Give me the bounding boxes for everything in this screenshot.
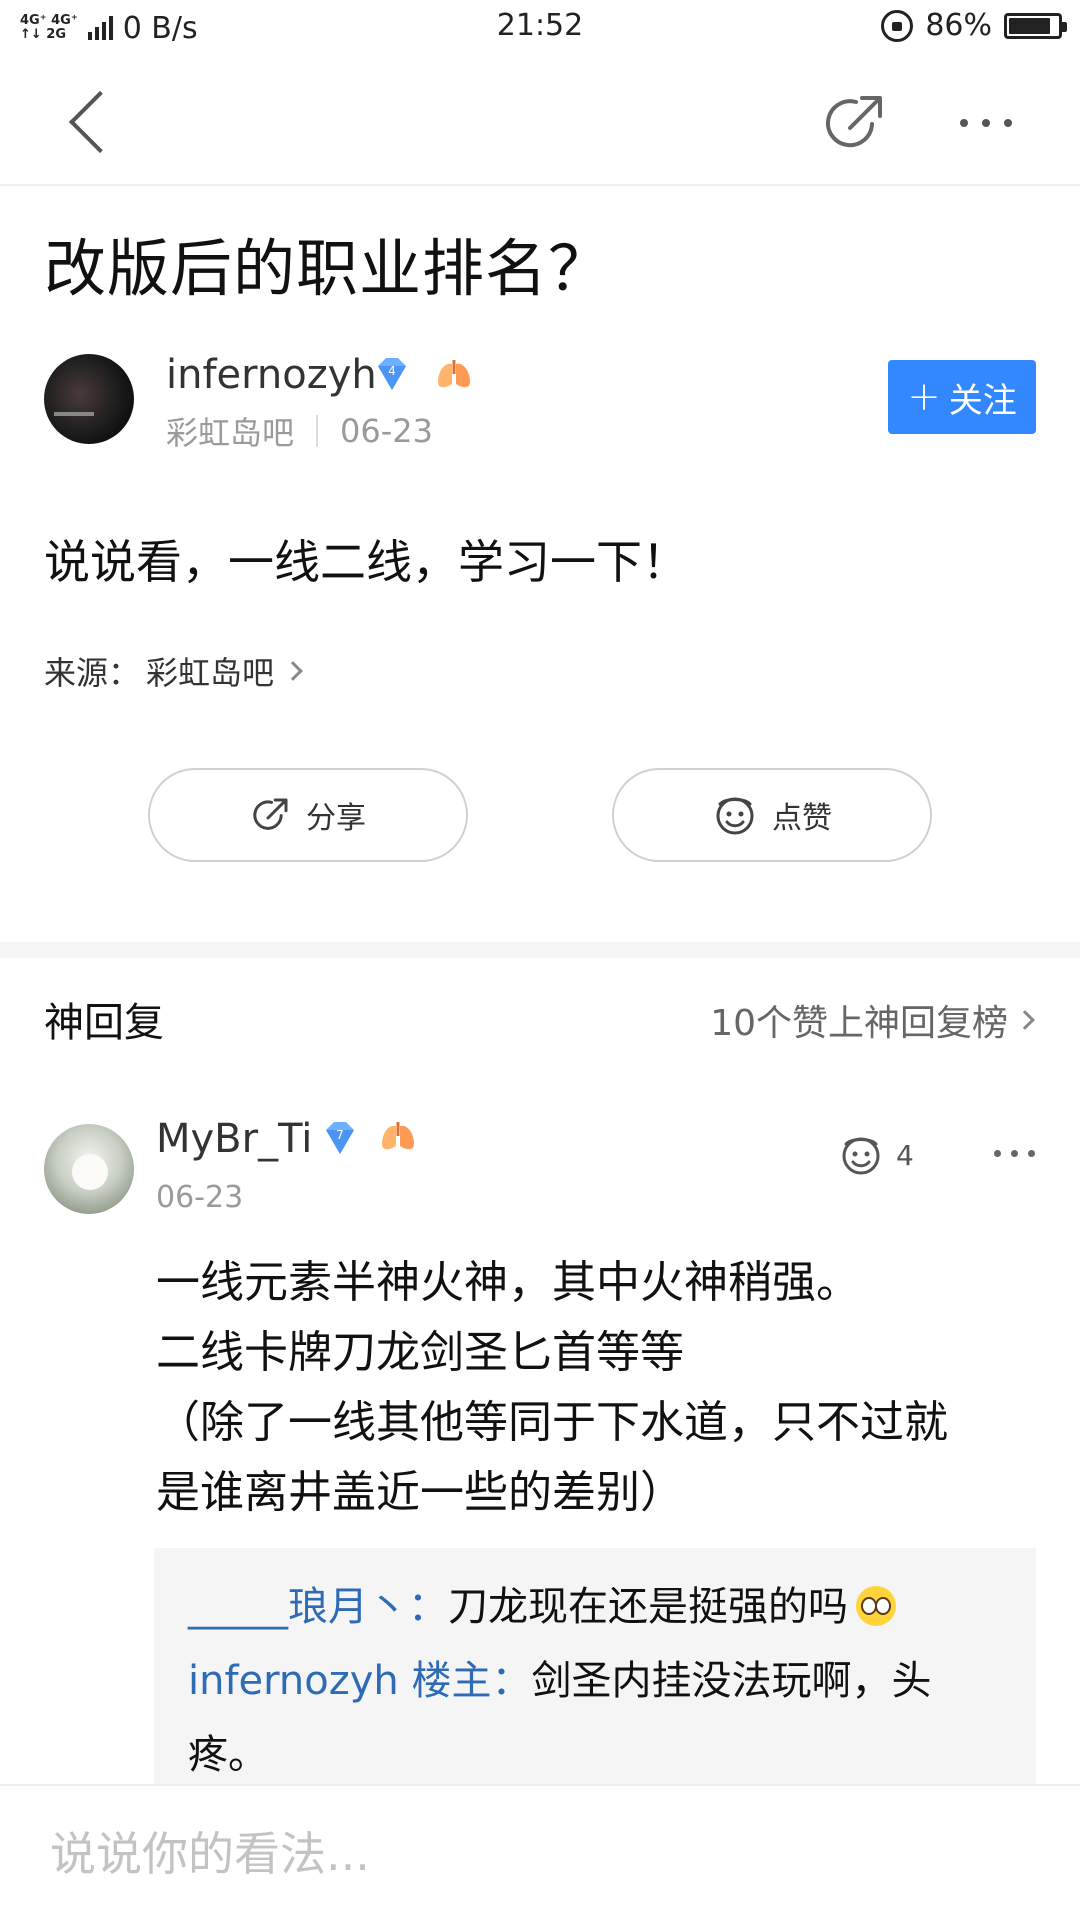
sub-replies-box[interactable]: _____琅月丶：刀龙现在还是挺强的吗 infernozyh 楼主：剑圣内挂没法… — [154, 1548, 1036, 1788]
battery-percent: 86% — [925, 8, 992, 43]
source-link[interactable]: 来源： 彩虹岛吧 — [44, 648, 303, 694]
share-post-button[interactable]: 分享 — [148, 768, 468, 862]
reply-line: 是谁离井盖近一些的差别） — [156, 1467, 684, 1518]
battery-icon — [1004, 12, 1067, 39]
reply-date: 06-23 — [156, 1180, 244, 1215]
share-button[interactable] — [820, 88, 890, 158]
nav-bar — [0, 56, 1080, 186]
sub-reply-user[interactable]: infernozyh 楼主： — [188, 1658, 531, 1704]
pleading-emoji-icon — [856, 1586, 896, 1626]
reply-level: 7 — [336, 1128, 344, 1142]
share-arrow-icon — [826, 96, 882, 148]
comment-input[interactable] — [30, 1808, 1050, 1900]
post-title: 改版后的职业排名？ — [44, 232, 612, 305]
hot-replies-ranking-label: 10个赞上神回复榜 — [710, 1003, 1008, 1044]
comment-bar — [0, 1784, 1080, 1920]
reply-line: 二线卡牌刀龙剑圣匕首等等 — [156, 1327, 684, 1378]
back-button[interactable] — [60, 90, 120, 150]
follow-button[interactable]: + 关注 — [888, 360, 1036, 434]
sub-reply-continued: 疼。 — [188, 1732, 268, 1778]
forum-name[interactable]: 彩虹岛吧 — [166, 408, 294, 454]
hot-replies-ranking-link[interactable]: 10个赞上神回复榜 — [710, 994, 1035, 1046]
chevron-right-icon — [1015, 1010, 1035, 1030]
reply-author-name[interactable]: MyBr_Ti — [156, 1116, 312, 1162]
post-body: 说说看，一线二线，学习一下！ — [44, 535, 688, 589]
like-face-icon — [842, 1137, 880, 1175]
plus-icon: + — [907, 374, 941, 420]
author-name[interactable]: infernozyh — [166, 352, 377, 398]
more-dots-icon — [994, 1150, 1001, 1157]
sub-reply: _____琅月丶：刀龙现在还是挺强的吗 — [188, 1570, 1002, 1644]
share-arrow-icon — [253, 798, 288, 830]
status-right: 86% — [881, 8, 1067, 43]
like-face-icon — [716, 797, 754, 835]
share-label: 分享 — [306, 801, 366, 836]
hot-replies-title: 神回复 — [44, 1000, 164, 1046]
reply-body: 一线元素半神火神，其中火神稍强。 二线卡牌刀龙剑圣匕首等等 （除了一线其他等同于… — [156, 1248, 1036, 1528]
meta-divider — [316, 415, 319, 447]
post-date: 06-23 — [340, 412, 433, 450]
sub-reply-user[interactable]: _____琅月丶： — [188, 1584, 448, 1630]
sub-reply-text: 剑圣内挂没法玩啊，头 — [531, 1658, 932, 1704]
reply-like-button[interactable]: 4 — [838, 1132, 914, 1178]
more-options-button[interactable] — [960, 108, 1030, 138]
lung-badge-icon — [382, 1122, 414, 1150]
sub-reply-text: 刀龙现在还是挺强的吗 — [448, 1584, 848, 1630]
reply-more-button[interactable] — [994, 1150, 1035, 1157]
chevron-right-icon — [283, 661, 303, 681]
level-diamond-icon: 7 — [326, 1122, 354, 1154]
section-divider — [0, 942, 1080, 958]
rotation-lock-icon — [881, 9, 914, 42]
reply-avatar[interactable] — [44, 1124, 134, 1214]
lung-badge-icon — [438, 360, 470, 388]
status-bar: 4G⁺ 4G⁺ ↑↓ 2G 0 B/s 21:52 86% — [0, 0, 1080, 56]
follow-label: 关注 — [948, 380, 1017, 421]
reply-line: 一线元素半神火神，其中火神稍强。 — [156, 1257, 860, 1308]
reply-like-count: 4 — [896, 1138, 914, 1172]
battery-fill — [1009, 17, 1051, 34]
source-label: 来源： — [44, 654, 141, 692]
like-post-button[interactable]: 点赞 — [612, 768, 932, 862]
sub-reply: infernozyh 楼主：剑圣内挂没法玩啊，头 — [188, 1644, 1002, 1718]
author-avatar[interactable] — [44, 354, 134, 444]
source-forum: 彩虹岛吧 — [146, 654, 275, 692]
reply-line: （除了一线其他等同于下水道，只不过就 — [156, 1397, 948, 1448]
level-diamond-icon: 4 — [378, 358, 406, 390]
author-level: 4 — [388, 364, 396, 378]
author-meta: 彩虹岛吧 06-23 — [166, 408, 433, 454]
more-dots-icon — [960, 119, 968, 127]
like-label: 点赞 — [772, 801, 832, 836]
